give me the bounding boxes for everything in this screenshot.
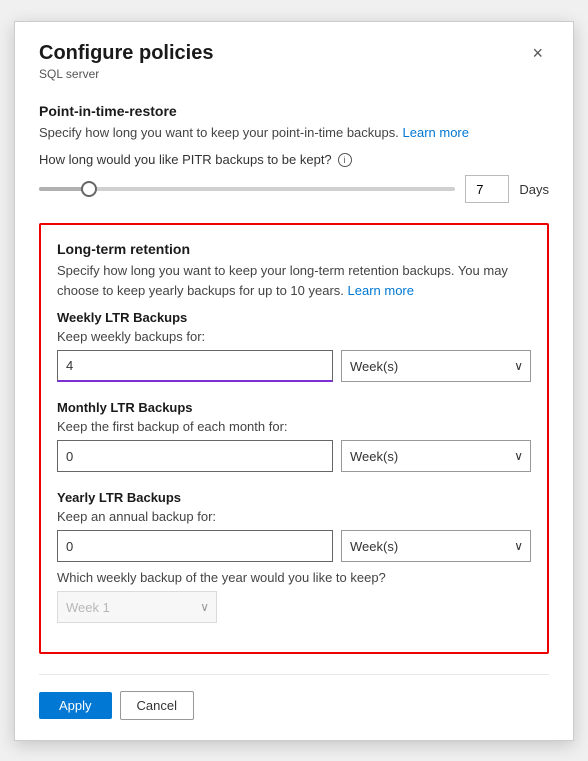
pitr-learn-more-link[interactable]: Learn more	[403, 125, 469, 140]
ltr-description: Specify how long you want to keep your l…	[57, 261, 531, 300]
yearly-ltr-title: Yearly LTR Backups	[57, 490, 531, 505]
ltr-section: Long-term retention Specify how long you…	[39, 223, 549, 654]
monthly-ltr-unit-wrapper: Week(s) Month(s) Year(s)	[341, 440, 531, 472]
yearly-ltr-unit-select[interactable]: Week(s) Month(s) Year(s)	[341, 530, 531, 562]
monthly-ltr-input-row: Week(s) Month(s) Year(s)	[57, 440, 531, 472]
dialog-header: Configure policies SQL server ×	[39, 42, 549, 99]
weekly-ltr-unit-select[interactable]: Week(s) Month(s) Year(s)	[341, 350, 531, 382]
monthly-ltr-label: Keep the first backup of each month for:	[57, 419, 531, 434]
close-button[interactable]: ×	[526, 42, 549, 64]
yearly-week-select-wrapper: Week 1	[57, 591, 217, 623]
apply-button[interactable]: Apply	[39, 692, 112, 719]
pitr-days-label: Days	[519, 182, 549, 197]
yearly-ltr-number-input[interactable]	[57, 530, 333, 562]
dialog-subtitle: SQL server	[39, 67, 213, 81]
pitr-slider-thumb[interactable]	[81, 181, 97, 197]
weekly-ltr-number-input[interactable]	[57, 350, 333, 382]
yearly-week-select[interactable]: Week 1	[57, 591, 217, 623]
pitr-section: Point-in-time-restore Specify how long y…	[39, 103, 549, 204]
dialog-footer: Apply Cancel	[39, 674, 549, 720]
configure-policies-dialog: Configure policies SQL server × Point-in…	[14, 21, 574, 741]
pitr-description: Specify how long you want to keep your p…	[39, 123, 549, 143]
monthly-ltr-unit-select[interactable]: Week(s) Month(s) Year(s)	[341, 440, 531, 472]
pitr-days-input[interactable]	[465, 175, 509, 203]
weekly-ltr-label: Keep weekly backups for:	[57, 329, 531, 344]
dialog-title-block: Configure policies SQL server	[39, 42, 213, 99]
cancel-button[interactable]: Cancel	[120, 691, 194, 720]
pitr-slider-track[interactable]	[39, 187, 455, 191]
monthly-ltr-number-input[interactable]	[57, 440, 333, 472]
pitr-slider-label: How long would you like PITR backups to …	[39, 152, 549, 167]
yearly-ltr-input-row: Week(s) Month(s) Year(s)	[57, 530, 531, 562]
weekly-ltr-title: Weekly LTR Backups	[57, 310, 531, 325]
pitr-info-icon[interactable]: i	[338, 153, 352, 167]
dialog-title: Configure policies	[39, 42, 213, 65]
yearly-ltr-label: Keep an annual backup for:	[57, 509, 531, 524]
weekly-ltr-input-row: Week(s) Month(s) Year(s)	[57, 350, 531, 382]
yearly-ltr-subsection: Yearly LTR Backups Keep an annual backup…	[57, 490, 531, 623]
yearly-ltr-unit-wrapper: Week(s) Month(s) Year(s)	[341, 530, 531, 562]
weekly-ltr-subsection: Weekly LTR Backups Keep weekly backups f…	[57, 310, 531, 382]
ltr-learn-more-link[interactable]: Learn more	[348, 283, 414, 298]
yearly-which-label: Which weekly backup of the year would yo…	[57, 570, 531, 585]
ltr-section-title: Long-term retention	[57, 241, 531, 257]
pitr-section-title: Point-in-time-restore	[39, 103, 549, 119]
weekly-ltr-unit-wrapper: Week(s) Month(s) Year(s)	[341, 350, 531, 382]
pitr-slider-row: Days	[39, 175, 549, 203]
monthly-ltr-title: Monthly LTR Backups	[57, 400, 531, 415]
monthly-ltr-subsection: Monthly LTR Backups Keep the first backu…	[57, 400, 531, 472]
